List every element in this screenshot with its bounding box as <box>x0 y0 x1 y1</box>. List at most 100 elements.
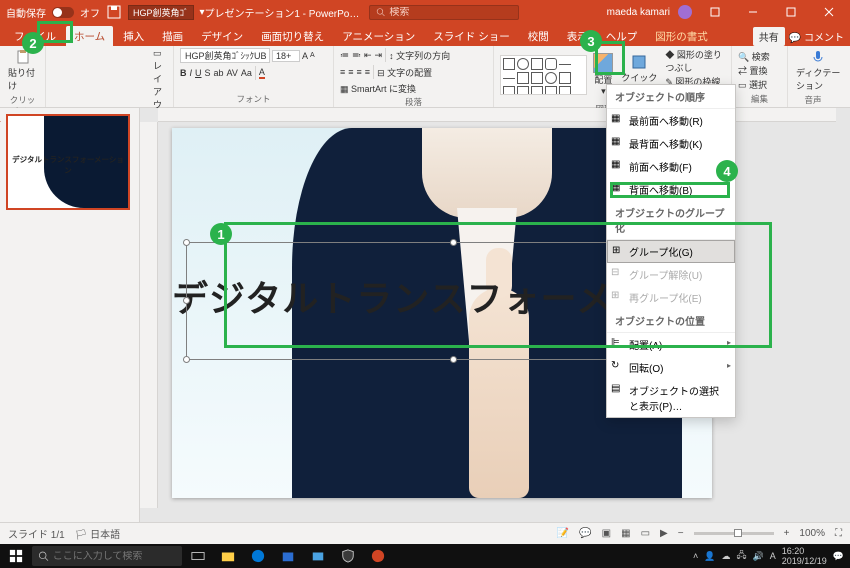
tab-home[interactable]: ホーム <box>66 26 113 46</box>
tray-ime-icon[interactable]: A <box>770 551 776 561</box>
menu-send-to-back[interactable]: ▦最背面へ移動(K) <box>607 132 735 155</box>
taskbar-app-explorer[interactable] <box>214 544 242 568</box>
font-size-combo[interactable]: 18+ <box>272 50 300 62</box>
find-button[interactable]: 🔍 検索 <box>738 50 770 63</box>
quick-styles-icon <box>631 54 647 70</box>
align-left-button[interactable]: ≡ <box>340 67 345 77</box>
tray-chevron-icon[interactable]: ˄ <box>693 551 698 561</box>
maximize-button[interactable] <box>776 0 806 24</box>
spacing-button[interactable]: AV <box>227 68 238 78</box>
tab-design[interactable]: デザイン <box>193 26 251 46</box>
strike-button[interactable]: S <box>205 68 211 78</box>
shadow-button[interactable]: ab <box>214 68 224 78</box>
indent-dec-button[interactable]: ⇤ <box>364 50 372 61</box>
autosave-toggle[interactable] <box>52 7 74 18</box>
quick-font[interactable]: HGP創英角ｺﾞ <box>128 5 194 20</box>
taskbar-app-store[interactable] <box>274 544 302 568</box>
align-center-button[interactable]: ≡ <box>348 67 353 77</box>
view-normal-button[interactable]: ▣ <box>602 528 611 539</box>
align-right-button[interactable]: ≡ <box>357 67 362 77</box>
menu-align[interactable]: ⊫配置(A)▸ <box>607 333 735 356</box>
share-button[interactable]: 共有 <box>753 27 785 46</box>
mic-icon <box>810 49 826 65</box>
tray-volume-icon[interactable]: 🔊 <box>753 551 764 562</box>
numbering-button[interactable]: ≕ <box>352 50 361 61</box>
notes-button[interactable]: 📝 <box>557 528 569 539</box>
menu-bring-to-front[interactable]: ▦最前面へ移動(R) <box>607 109 735 132</box>
bold-button[interactable]: B <box>180 68 187 78</box>
language-indicator[interactable]: 🏳 日本語 <box>75 526 120 541</box>
ruler-vertical <box>140 122 158 508</box>
menu-group[interactable]: ⊞グループ化(G) <box>607 240 735 263</box>
search-box[interactable] <box>369 5 519 20</box>
tab-draw[interactable]: 描画 <box>154 26 191 46</box>
taskbar-app-powerpoint[interactable] <box>364 544 392 568</box>
tab-insert[interactable]: 挿入 <box>115 26 152 46</box>
taskbar-app-mail[interactable] <box>304 544 332 568</box>
close-button[interactable] <box>814 0 844 24</box>
ribbon-options-icon[interactable] <box>700 0 730 24</box>
view-sorter-button[interactable]: ▦ <box>621 528 630 539</box>
zoom-out-button[interactable]: − <box>678 528 684 539</box>
taskbar-app-edge[interactable] <box>244 544 272 568</box>
chevron-right-icon: ▸ <box>727 361 731 370</box>
tab-shape-format[interactable]: 図形の書式 <box>647 26 716 46</box>
slide-thumbnail-1[interactable]: デジタルトランスフォーメーション <box>6 114 130 210</box>
taskbar-search[interactable] <box>32 546 182 566</box>
indent-inc-button[interactable]: ⇥ <box>375 50 383 61</box>
grow-font-icon[interactable]: A <box>302 51 308 61</box>
text-direction-button[interactable]: ↕ 文字列の方向 <box>389 49 450 62</box>
task-view-button[interactable] <box>184 544 212 568</box>
smartart-button[interactable]: ▦ SmartArt に変換 <box>340 82 416 95</box>
justify-button[interactable]: ≡ <box>365 67 370 77</box>
taskbar-search-input[interactable] <box>53 551 176 562</box>
tray-onedrive-icon[interactable]: ☁ <box>721 551 730 562</box>
bullets-button[interactable]: ≔ <box>340 50 349 61</box>
change-case-button[interactable]: Aa <box>241 68 252 78</box>
replace-button[interactable]: ⇄ 置換 <box>738 64 770 77</box>
menu-send-backward[interactable]: ▦背面へ移動(B) <box>607 178 735 201</box>
search-input[interactable] <box>389 7 512 18</box>
zoom-level[interactable]: 100% <box>799 528 825 539</box>
tab-slideshow[interactable]: スライド ショー <box>425 26 517 46</box>
view-reading-button[interactable]: ▭ <box>641 528 650 539</box>
start-button[interactable] <box>2 544 30 568</box>
tab-help[interactable]: ヘルプ <box>598 26 646 46</box>
view-slideshow-button[interactable]: ▶ <box>660 528 668 539</box>
underline-button[interactable]: U <box>195 68 202 78</box>
menu-rotate[interactable]: ↻回転(O)▸ <box>607 356 735 379</box>
tray-people-icon[interactable]: 👤 <box>704 551 715 562</box>
paste-button[interactable]: 貼り付け <box>6 48 39 93</box>
windows-taskbar: ˄ 👤 ☁ 🖧 🔊 A 16:202019/12/19 💬 <box>0 544 850 568</box>
taskbar-app-security[interactable] <box>334 544 362 568</box>
zoom-slider[interactable] <box>694 532 774 535</box>
tab-review[interactable]: 校閲 <box>520 26 557 46</box>
dictate-button[interactable]: ディクテー ション <box>794 48 842 93</box>
tab-animations[interactable]: アニメーション <box>334 26 423 46</box>
align-text-button[interactable]: ⊟ 文字の配置 <box>377 66 432 79</box>
comments-status-button[interactable]: 💬 <box>579 528 591 539</box>
tray-network-icon[interactable]: 🖧 <box>736 548 746 564</box>
tab-transitions[interactable]: 画面切り替え <box>253 26 332 46</box>
italic-button[interactable]: I <box>190 68 193 78</box>
shrink-font-icon[interactable]: A <box>310 52 315 59</box>
save-icon[interactable] <box>106 4 122 20</box>
fit-to-window-button[interactable]: ⛶ <box>835 528 842 539</box>
user-avatar[interactable] <box>678 5 692 19</box>
font-name-combo[interactable]: HGP創英角ｺﾞｼｯｸUB 本 <box>180 48 270 63</box>
comments-button[interactable]: 💬 コメント <box>789 29 844 44</box>
font-color-button[interactable]: A <box>259 67 265 79</box>
thumbnail-panel[interactable]: 1 デジタルトランスフォーメーション <box>0 108 140 522</box>
tray-notifications-icon[interactable]: 💬 <box>833 551 844 562</box>
shapes-gallery[interactable] <box>500 55 587 95</box>
select-button[interactable]: ▭ 選択 <box>738 78 770 91</box>
search-icon <box>376 7 385 17</box>
tray-clock[interactable]: 16:202019/12/19 <box>782 546 827 566</box>
username[interactable]: maeda kamari <box>607 7 670 18</box>
zoom-in-button[interactable]: + <box>784 528 790 539</box>
arrange-icon <box>593 53 613 73</box>
menu-selection-pane[interactable]: ▤オブジェクトの選択と表示(P)… <box>607 379 735 417</box>
arrange-menu-header-group: オブジェクトのグループ化 <box>607 201 735 240</box>
shape-fill-button[interactable]: ◆ 図形の塗りつぶし <box>665 48 725 74</box>
minimize-button[interactable] <box>738 0 768 24</box>
